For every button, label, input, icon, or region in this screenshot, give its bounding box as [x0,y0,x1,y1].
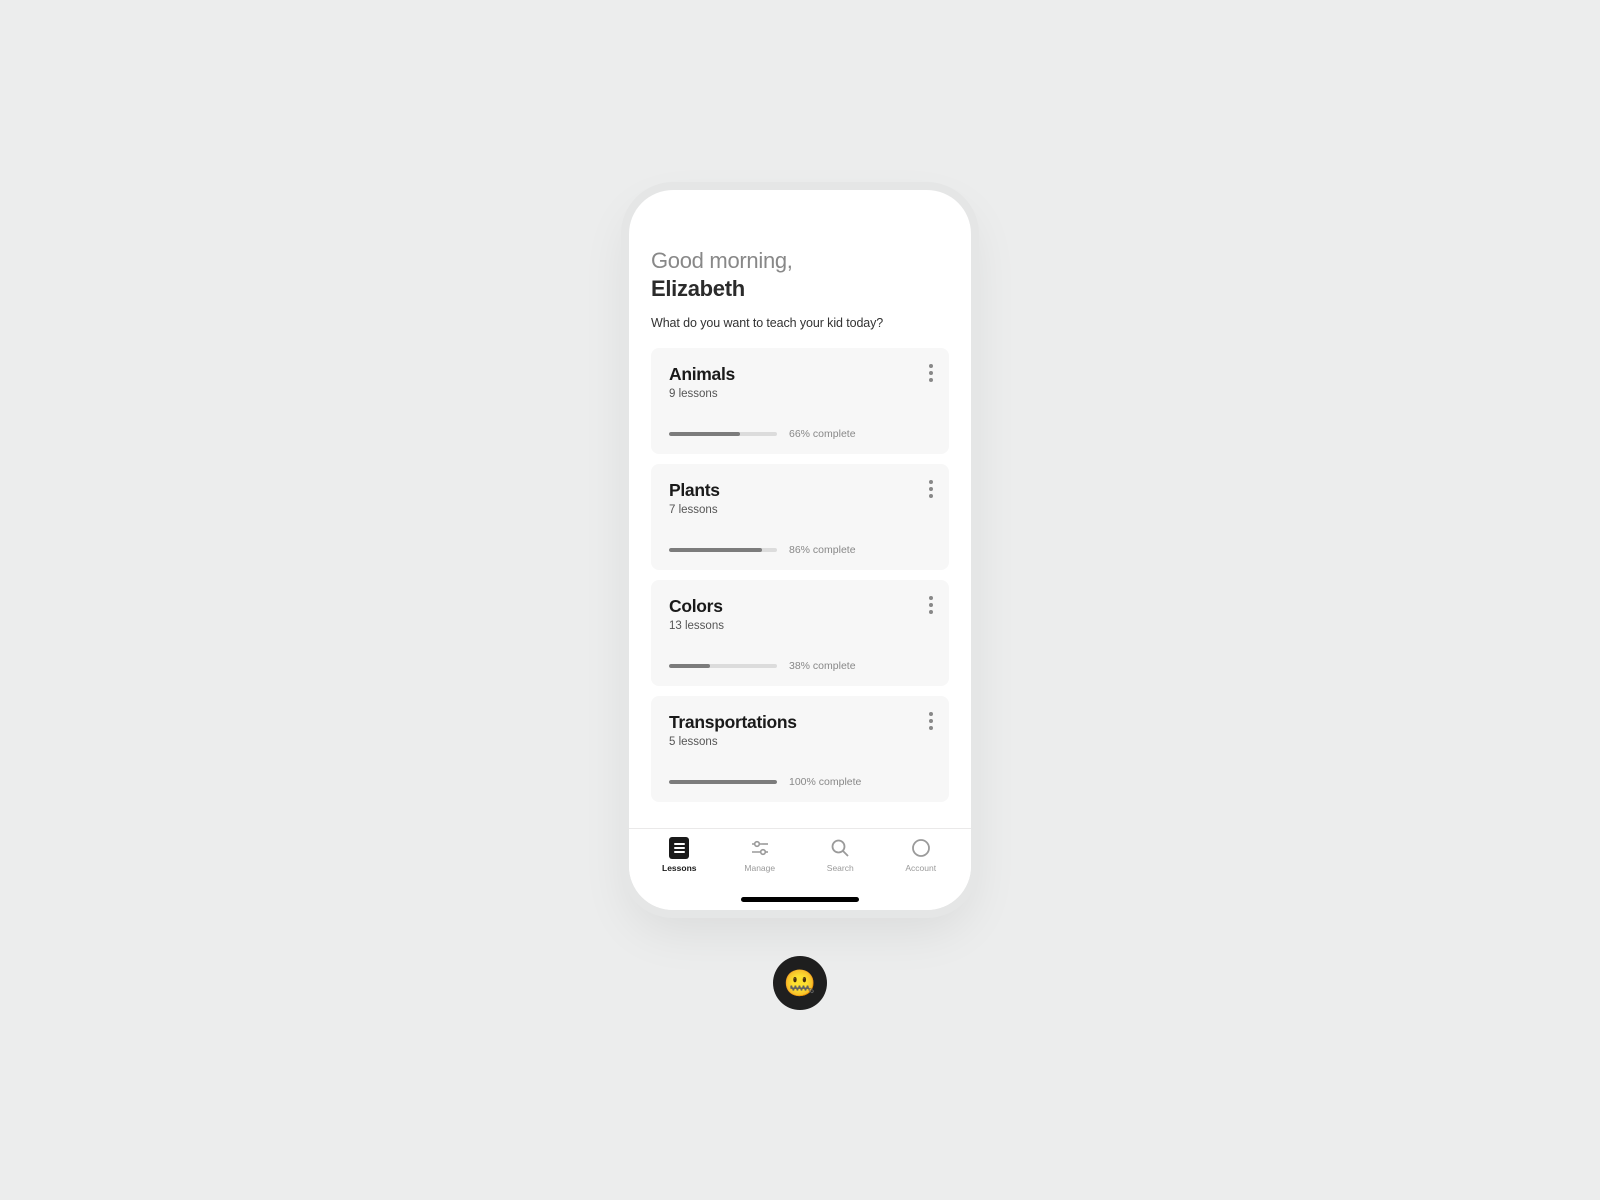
emoji-badge[interactable]: 🤐 [773,956,827,1010]
more-menu-icon[interactable] [929,364,933,382]
lesson-count: 9 lessons [669,388,931,400]
lesson-title: Colors [669,596,931,617]
progress-row: 100% complete [669,776,931,788]
circle-icon [910,837,932,859]
progress-fill [669,780,777,784]
progress-row: 38% complete [669,660,931,672]
lesson-title: Plants [669,480,931,501]
tab-lessons[interactable]: Lessons [651,837,707,910]
tab-label: Lessons [662,863,697,873]
progress-fill [669,548,762,552]
sliders-icon [749,837,771,859]
lesson-title: Animals [669,364,931,385]
lesson-card-transportations[interactable]: Transportations 5 lessons 100% complete [651,696,949,802]
phone-frame: Good morning, Elizabeth What do you want… [629,190,971,910]
more-menu-icon[interactable] [929,596,933,614]
progress-row: 66% complete [669,428,931,440]
username-text: Elizabeth [651,276,949,302]
lesson-count: 7 lessons [669,504,931,516]
home-indicator[interactable] [741,897,859,902]
progress-bar [669,780,777,784]
lessons-icon [668,837,690,859]
more-menu-icon[interactable] [929,712,933,730]
lesson-card-plants[interactable]: Plants 7 lessons 86% complete [651,464,949,570]
lesson-count: 13 lessons [669,620,931,632]
tab-label: Search [827,863,854,873]
tab-account[interactable]: Account [893,837,949,910]
more-menu-icon[interactable] [929,480,933,498]
progress-bar [669,664,777,668]
progress-fill [669,432,740,436]
lesson-cards: Animals 9 lessons 66% complete Plants 7 … [651,348,949,802]
search-icon [829,837,851,859]
progress-label: 100% complete [789,776,861,788]
lesson-count: 5 lessons [669,736,931,748]
emoji: 🤐 [784,968,816,999]
tab-label: Manage [744,863,775,873]
progress-bar [669,432,777,436]
screen-content: Good morning, Elizabeth What do you want… [629,190,971,828]
progress-label: 66% complete [789,428,856,440]
greeting-text: Good morning, [651,248,949,274]
tab-label: Account [905,863,936,873]
lesson-card-animals[interactable]: Animals 9 lessons 66% complete [651,348,949,454]
lesson-title: Transportations [669,712,931,733]
progress-label: 86% complete [789,544,856,556]
lesson-card-colors[interactable]: Colors 13 lessons 38% complete [651,580,949,686]
progress-bar [669,548,777,552]
progress-fill [669,664,710,668]
subtitle-text: What do you want to teach your kid today… [651,316,949,330]
progress-row: 86% complete [669,544,931,556]
progress-label: 38% complete [789,660,856,672]
